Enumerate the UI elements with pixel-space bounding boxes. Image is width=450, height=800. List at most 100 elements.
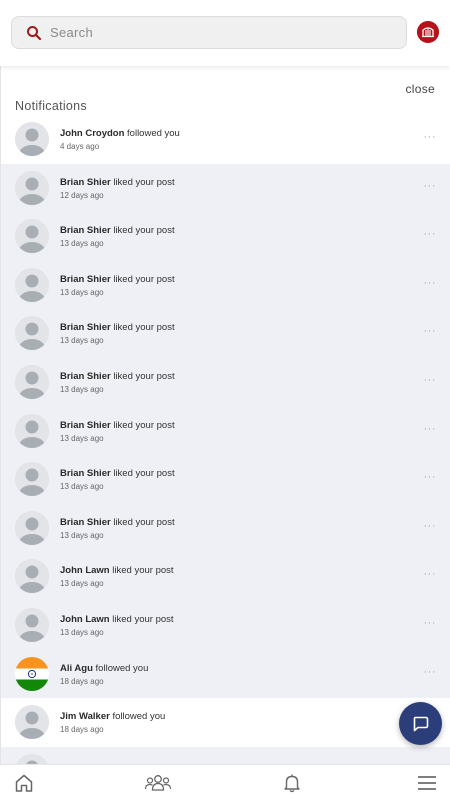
notification-row[interactable]: Brian Shier liked your post 13 days ago ··… <box>0 357 450 407</box>
avatar[interactable] <box>15 267 49 302</box>
community-icon <box>144 775 172 791</box>
notification-time: 13 days ago <box>60 579 104 589</box>
notification-action: liked your post <box>113 273 175 285</box>
notification-action: liked your post <box>113 322 175 334</box>
notification-action: liked your post <box>113 370 175 382</box>
more-options-icon[interactable]: ··· <box>424 180 437 192</box>
more-options-icon[interactable]: ··· <box>424 568 437 580</box>
notification-action: liked your post <box>112 613 174 625</box>
notification-row[interactable]: Brian Shier liked your post 13 days ago ··… <box>0 260 450 310</box>
avatar[interactable] <box>15 219 49 254</box>
notification-action: liked your post <box>112 565 174 577</box>
avatar[interactable] <box>15 170 49 205</box>
notification-user[interactable]: Brian Shier <box>60 274 111 285</box>
avatar[interactable] <box>15 122 49 156</box>
brand-logo[interactable] <box>417 21 439 43</box>
notification-row[interactable]: Brian Shier liked your post 13 days ago ··… <box>0 503 450 553</box>
notification-time: 13 days ago <box>60 239 104 249</box>
notification-row[interactable]: Brian Shier liked your post 13 days ago ··… <box>0 212 450 261</box>
search-bar[interactable] <box>11 16 407 49</box>
nav-notifications[interactable] <box>281 772 305 794</box>
notification-action: liked your post <box>113 516 175 528</box>
notification-user[interactable]: John Lawn <box>60 614 110 625</box>
notification-row[interactable]: Brian Shier liked your post 12 days ago ··… <box>0 163 450 213</box>
more-options-icon[interactable]: ··· <box>424 228 437 240</box>
notification-user[interactable]: Brian Shier <box>60 420 111 431</box>
notification-row[interactable]: Ali Agu followed you 18 days ago ··· <box>0 649 450 699</box>
notification-text: John Lawn liked your post <box>60 565 174 576</box>
avatar[interactable] <box>15 364 49 399</box>
notification-row[interactable]: Brian Shier liked your post 13 days ago ··… <box>0 455 450 504</box>
notification-text: Brian Shier liked your post <box>60 177 175 188</box>
notification-row[interactable]: John Croydon followed you 4 days ago ··· <box>0 115 450 164</box>
home-icon <box>15 774 33 792</box>
avatar[interactable] <box>15 705 49 740</box>
notification-user[interactable]: Ali Agu <box>60 663 93 674</box>
avatar[interactable] <box>15 316 49 351</box>
notification-time: 13 days ago <box>60 433 104 443</box>
more-options-icon[interactable]: ··· <box>424 325 437 337</box>
notification-user[interactable]: Brian Shier <box>60 225 111 236</box>
avatar[interactable] <box>15 559 49 594</box>
notification-text: Brian Shier liked your post <box>60 225 175 236</box>
avatar[interactable] <box>15 607 49 642</box>
notification-text: Brian Shier liked your post <box>60 468 175 479</box>
avatar[interactable] <box>15 753 49 764</box>
more-options-icon[interactable]: ··· <box>424 131 437 143</box>
notification-row[interactable]: Brian Shier liked your post 13 days ago ··… <box>0 406 450 456</box>
notification-text: Brian Shier liked your post <box>60 274 175 285</box>
notification-time: 13 days ago <box>60 287 104 297</box>
india-flag-avatar[interactable] <box>15 656 49 691</box>
panel-title: Notifications <box>15 99 87 113</box>
close-button[interactable]: close <box>405 82 435 96</box>
more-options-icon[interactable]: ··· <box>424 374 437 386</box>
notification-time: 12 days ago <box>60 190 104 200</box>
notification-text: John Lawn liked your post <box>60 614 174 625</box>
notification-user[interactable]: Brian Shier <box>60 322 111 333</box>
notification-text: John Croydon followed you <box>60 128 180 139</box>
notification-action: liked your post <box>113 225 175 237</box>
more-options-icon[interactable]: ··· <box>424 277 437 289</box>
avatar[interactable] <box>15 510 49 545</box>
notification-user[interactable]: John Croydon <box>60 128 124 139</box>
panel-divider <box>0 66 1 764</box>
notification-text: Ali Agu followed you <box>60 663 148 674</box>
notification-time: 13 days ago <box>60 336 104 346</box>
notification-action: liked your post <box>113 176 175 188</box>
notifications-panel: close Notifications John Croydon followe… <box>0 66 450 764</box>
notification-row[interactable]: ··· <box>0 746 450 764</box>
notification-time: 18 days ago <box>60 725 104 735</box>
notification-list: John Croydon followed you 4 days ago ··· Br… <box>0 115 450 764</box>
notification-time: 13 days ago <box>60 627 104 637</box>
search-icon <box>27 26 42 41</box>
notification-time: 13 days ago <box>60 482 104 492</box>
more-options-icon[interactable]: ··· <box>424 666 437 678</box>
notification-time: 4 days ago <box>60 142 100 151</box>
avatar[interactable] <box>15 462 49 497</box>
notification-row[interactable]: John Lawn liked your post 13 days ago ··· <box>0 600 450 650</box>
notification-user[interactable]: Brian Shier <box>60 371 111 382</box>
top-bar <box>0 0 450 66</box>
notification-action: liked your post <box>113 419 175 431</box>
nav-menu[interactable] <box>416 772 440 794</box>
notification-user[interactable]: Brian Shier <box>60 177 111 188</box>
more-options-icon[interactable]: ··· <box>424 520 437 532</box>
notification-user[interactable]: Brian Shier <box>60 517 111 528</box>
bell-icon <box>284 774 300 793</box>
nav-home[interactable] <box>13 772 37 794</box>
more-options-icon[interactable]: ··· <box>424 617 437 629</box>
more-options-icon[interactable]: ··· <box>424 423 437 435</box>
notification-action: liked your post <box>113 468 175 480</box>
nav-community[interactable] <box>144 772 172 794</box>
notification-row[interactable]: John Lawn liked your post 13 days ago ··· <box>0 552 450 601</box>
chat-button[interactable] <box>399 702 442 745</box>
notification-row[interactable]: Jim Walker followed you18 days ago··· <box>0 698 450 747</box>
notification-user[interactable]: John Lawn <box>60 565 110 576</box>
notification-row[interactable]: Brian Shier liked your post 13 days ago ··… <box>0 309 450 358</box>
notification-user[interactable]: Jim Walker <box>60 711 110 722</box>
notification-action: followed you <box>112 711 166 723</box>
search-input[interactable] <box>50 17 390 48</box>
more-options-icon[interactable]: ··· <box>424 471 437 483</box>
avatar[interactable] <box>15 413 49 448</box>
notification-user[interactable]: Brian Shier <box>60 468 111 479</box>
